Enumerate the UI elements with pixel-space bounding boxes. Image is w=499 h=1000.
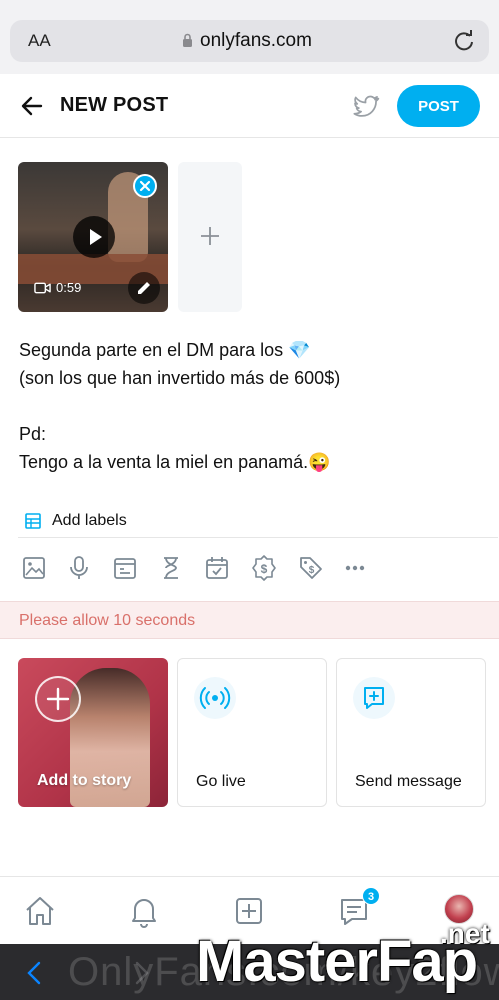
url-text: onlyfans.com <box>200 30 312 51</box>
send-message-card[interactable]: Send message <box>336 658 486 807</box>
duration-text: 0:59 <box>56 280 82 295</box>
lock-icon <box>183 33 192 47</box>
add-labels-row[interactable]: Add labels <box>18 508 498 538</box>
remove-media-button[interactable] <box>133 174 157 198</box>
add-labels-text: Add labels <box>52 512 127 529</box>
svg-text:$: $ <box>309 565 315 576</box>
pencil-icon <box>138 282 150 294</box>
play-icon <box>90 229 102 245</box>
go-live-card[interactable]: Go live <box>177 658 327 807</box>
svg-text:$: $ <box>261 562 268 576</box>
add-to-story-label: Add to story <box>37 772 132 789</box>
notifications-bell-icon[interactable] <box>124 891 164 931</box>
microphone-icon[interactable] <box>65 554 93 582</box>
post-toolbar: $ $ <box>18 554 488 588</box>
tag-icon[interactable]: $ <box>297 554 325 582</box>
price-icon[interactable]: $ <box>250 554 278 582</box>
live-broadcast-icon <box>194 677 236 719</box>
more-icon[interactable] <box>342 554 370 582</box>
add-post-icon[interactable] <box>229 891 269 931</box>
new-post-header: NEW POST POST <box>0 74 499 138</box>
twitter-icon[interactable] <box>352 92 380 120</box>
watermark-brand-suffix: .net <box>440 918 490 949</box>
story-plus-button[interactable] <box>35 676 81 722</box>
upload-notice: Please allow 10 seconds <box>0 601 499 639</box>
hourglass-icon[interactable] <box>157 554 185 582</box>
new-message-icon <box>353 677 395 719</box>
edit-media-button[interactable] <box>128 272 160 304</box>
page-title: NEW POST <box>60 94 169 116</box>
home-icon[interactable] <box>20 891 60 931</box>
reload-icon[interactable] <box>453 30 475 52</box>
plus-icon <box>46 687 70 711</box>
play-button[interactable] <box>73 216 115 258</box>
url-field[interactable]: AA onlyfans.com <box>10 20 489 62</box>
video-duration: 0:59 <box>34 280 81 295</box>
browser-address-bar: AA onlyfans.com <box>0 0 499 74</box>
go-live-label: Go live <box>196 773 246 790</box>
image-icon[interactable] <box>20 554 48 582</box>
upload-notice-text: Please allow 10 seconds <box>19 612 196 629</box>
messages-badge: 3 <box>362 887 380 905</box>
chevron-left-icon[interactable] <box>24 960 44 986</box>
back-arrow-icon[interactable] <box>20 94 44 118</box>
poll-icon[interactable] <box>111 554 139 582</box>
text-size-button[interactable]: AA <box>28 31 51 51</box>
post-button[interactable]: POST <box>397 85 480 127</box>
post-text-input[interactable]: Segunda parte en el DM para los 💎 (son l… <box>19 336 479 476</box>
close-icon <box>139 180 151 192</box>
video-camera-icon <box>34 282 51 293</box>
calendar-icon[interactable] <box>203 554 231 582</box>
send-message-label: Send message <box>355 773 462 790</box>
add-to-story-card[interactable]: Add to story <box>18 658 168 807</box>
plus-icon <box>201 226 219 245</box>
labels-icon <box>25 513 41 529</box>
add-media-button[interactable] <box>178 162 242 312</box>
watermark-brand: MasterFap <box>196 929 478 994</box>
